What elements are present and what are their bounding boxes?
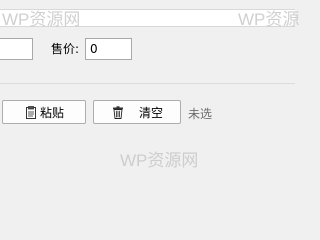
paste-button-label: 粘贴 (39, 105, 64, 120)
clear-button[interactable]: 清空 (93, 100, 181, 124)
trash-can-icon (111, 105, 125, 119)
clipboard-icon (24, 105, 38, 119)
divider (0, 83, 295, 84)
watermark: WP资源 (238, 10, 300, 29)
left-text-field[interactable] (0, 38, 33, 60)
clear-button-label: 清空 (138, 105, 163, 120)
price-label: 售价: (51, 42, 80, 56)
price-input[interactable] (85, 38, 132, 60)
watermark: WP资源网 (120, 151, 199, 170)
watermark: WP资源网 (2, 10, 81, 29)
selection-status: 未选 (188, 107, 213, 121)
paste-button[interactable]: 粘贴 (2, 100, 86, 124)
